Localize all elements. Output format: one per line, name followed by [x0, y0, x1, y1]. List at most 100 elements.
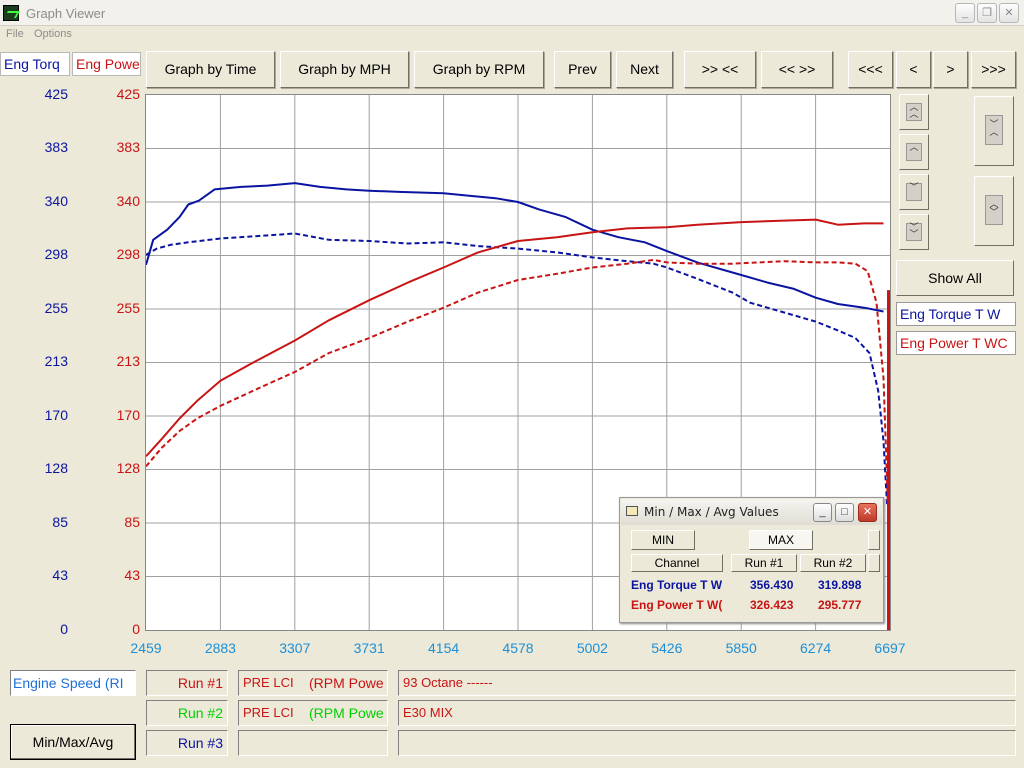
y-tick-right: 383	[116, 138, 140, 155]
channel-header: Channel	[631, 554, 723, 572]
last-button[interactable]: >>>	[971, 51, 1016, 88]
min-max-avg-button[interactable]: Min/Max/Avg	[10, 724, 136, 760]
avg-button[interactable]	[868, 530, 880, 550]
compress-scale-button[interactable]: ︿ ﹀	[974, 176, 1014, 246]
show-all-button[interactable]: Show All	[896, 260, 1014, 296]
double-chevron-up-icon: ︿ ︿	[906, 103, 922, 121]
graph-by-time-button[interactable]: Graph by Time	[146, 51, 275, 88]
x-tick: 4154	[428, 640, 460, 656]
x-tick: 5002	[576, 640, 608, 656]
run1-info: PRE LCI (RPM Powe	[238, 670, 388, 696]
y-tick-left: 213	[44, 352, 68, 369]
run2-note[interactable]: E30 MIX	[398, 700, 1016, 726]
series-line-eng-power-t-wc-run2	[145, 258, 889, 505]
prev-button[interactable]: Prev	[554, 51, 611, 88]
run2-label[interactable]: Run #2	[146, 700, 228, 726]
dialog-close-button[interactable]: ✕	[858, 503, 877, 522]
menu-bar	[0, 26, 1024, 44]
y-tick-right: 298	[116, 245, 140, 262]
row-power-channel: Eng Power T W(	[631, 598, 723, 612]
y-tick-left: 85	[52, 514, 68, 530]
row-power-run2: 295.777	[818, 598, 862, 612]
series-dropoff-band	[887, 290, 894, 630]
run2-mode: (RPM Powe	[309, 705, 384, 721]
y-tick-left: 43	[52, 566, 68, 583]
zoom-in-button[interactable]: >> <<	[684, 51, 756, 88]
x-tick: 5426	[651, 640, 683, 656]
channel-power-box[interactable]: Eng Power T WC	[896, 331, 1016, 355]
menu-file[interactable]: File	[6, 28, 24, 40]
x-tick: 3731	[353, 640, 385, 656]
min-button[interactable]: MIN	[631, 530, 695, 550]
run2-info: PRE LCI (RPM Powe	[238, 700, 388, 726]
y-tick-right: 170	[116, 407, 140, 423]
forward-button[interactable]: >	[933, 51, 968, 88]
next-button[interactable]: Next	[616, 51, 673, 88]
run1-note[interactable]: 93 Octane ------	[398, 670, 1016, 696]
app-icon	[3, 5, 19, 21]
row-torque-run2: 319.898	[818, 578, 862, 592]
channel-torque-box[interactable]: Eng Torque T W	[896, 302, 1016, 326]
y-tick-left: 0	[60, 621, 68, 637]
dialog-minimize-button[interactable]: _	[813, 503, 832, 522]
run1-header: Run #1	[731, 554, 797, 572]
expand-vertical-icon: ﹀ ︿	[985, 115, 1003, 145]
y-tick-right: 255	[116, 300, 140, 316]
x-tick: 2459	[130, 640, 162, 656]
zoom-out-button[interactable]: << >>	[761, 51, 833, 88]
expand-scale-button[interactable]: ﹀ ︿	[974, 96, 1014, 166]
dialog-title: Min / Max / Avg Values	[644, 505, 779, 519]
x-tick: 5850	[725, 640, 757, 656]
y-tick-right: 0	[132, 621, 140, 637]
restore-button[interactable]: ❐	[977, 3, 997, 23]
y-tick-right: 85	[124, 514, 140, 530]
x-tick: 3307	[279, 640, 311, 656]
menu-options[interactable]: Options	[34, 28, 72, 40]
minimize-button[interactable]: _	[955, 3, 975, 23]
chevron-down-icon: ﹀	[906, 183, 922, 201]
legend-tab-torque[interactable]: Eng Torq	[0, 52, 70, 76]
series-line-eng-torque-t-w-run2	[145, 232, 888, 505]
title-bar	[0, 0, 1024, 26]
x-tick: 6274	[800, 640, 832, 656]
compress-vertical-icon: ︿ ﹀	[985, 195, 1003, 225]
chevron-up-icon: ︿	[906, 143, 922, 161]
run3-label[interactable]: Run #3	[146, 730, 228, 756]
back-button[interactable]: <	[896, 51, 931, 88]
y-tick-left: 170	[44, 407, 68, 423]
dialog-maximize-button[interactable]: □	[835, 503, 854, 522]
scroll-down-fast-button[interactable]: ﹀ ﹀	[899, 214, 929, 250]
window-title: Graph Viewer	[26, 6, 106, 21]
y-tick-left: 383	[44, 138, 68, 155]
scroll-up-button[interactable]: ︿	[899, 134, 929, 170]
y-tick-right: 340	[116, 193, 140, 209]
run1-mode: (RPM Powe	[309, 675, 384, 691]
x-tick: 2883	[204, 640, 236, 656]
run2-header: Run #2	[800, 554, 866, 572]
x-tick: 4578	[502, 640, 534, 656]
graph-by-rpm-button[interactable]: Graph by RPM	[414, 51, 544, 88]
run2-car: PRE LCI	[243, 705, 294, 720]
x-channel-box[interactable]: Engine Speed (RI	[10, 670, 136, 696]
y-tick-left: 425	[44, 86, 68, 102]
x-tick: 6697	[874, 640, 906, 656]
y-tick-left: 128	[44, 459, 68, 476]
first-button[interactable]: <<<	[848, 51, 893, 88]
y-tick-right: 128	[116, 459, 140, 476]
run3-info	[238, 730, 388, 756]
row-torque-channel: Eng Torque T W	[631, 578, 723, 592]
scroll-down-button[interactable]: ﹀	[899, 174, 929, 210]
close-button[interactable]: ✕	[999, 3, 1019, 23]
legend-tab-power[interactable]: Eng Powe	[72, 52, 141, 76]
y-tick-right: 43	[124, 566, 140, 583]
max-button[interactable]: MAX	[749, 530, 813, 550]
run1-car: PRE LCI	[243, 675, 294, 690]
y-tick-left: 255	[44, 300, 68, 316]
graph-by-mph-button[interactable]: Graph by MPH	[280, 51, 409, 88]
double-chevron-down-icon: ﹀ ﹀	[906, 223, 922, 241]
run1-label[interactable]: Run #1	[146, 670, 228, 696]
y-tick-right: 425	[116, 86, 140, 102]
run3-note[interactable]	[398, 730, 1016, 756]
row-torque-run1: 356.430	[750, 578, 794, 592]
scroll-up-fast-button[interactable]: ︿ ︿	[899, 94, 929, 130]
